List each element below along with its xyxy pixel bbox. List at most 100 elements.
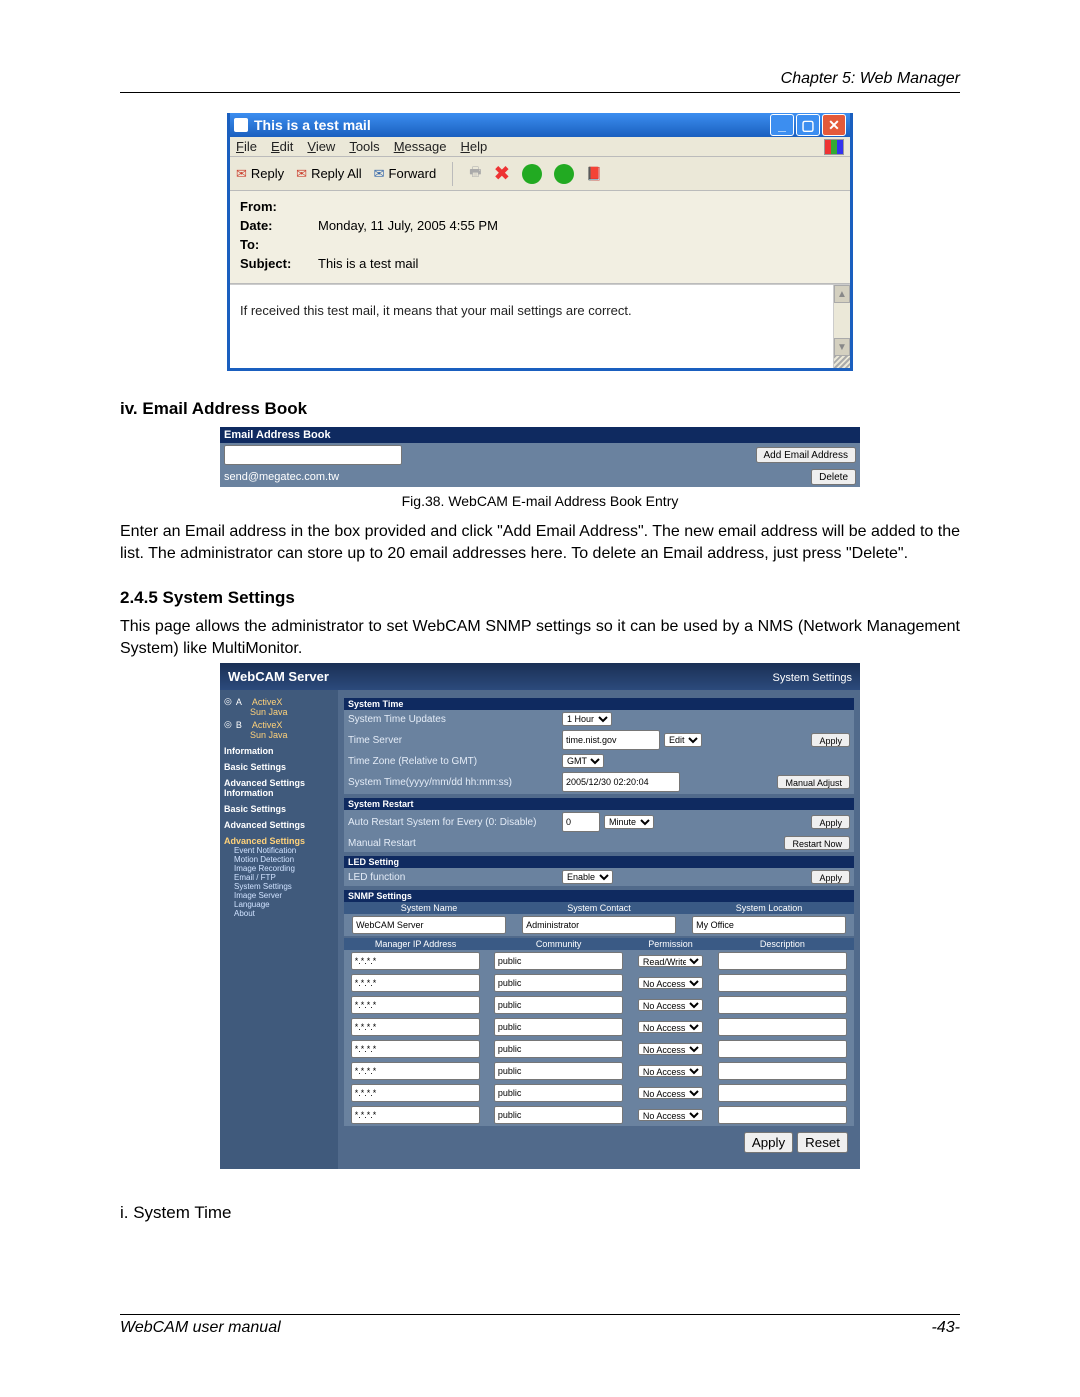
sunjava-link-b[interactable]: Sun Java	[250, 730, 334, 740]
sidebar-item-basic2[interactable]: Basic Settings	[224, 804, 334, 814]
inp-ip[interactable]	[351, 1106, 481, 1124]
sidebar-sub-item[interactable]: Email / FTP	[234, 873, 334, 882]
inp-description[interactable]	[718, 974, 848, 992]
inp-description[interactable]	[718, 1062, 848, 1080]
add-email-button[interactable]: Add Email Address	[756, 447, 857, 463]
menu-tools[interactable]: Tools	[349, 139, 379, 154]
date-value: Monday, 11 July, 2005 4:55 PM	[318, 218, 498, 233]
inp-community[interactable]	[494, 1018, 624, 1036]
sidebar-sub-item[interactable]: Image Server	[234, 891, 334, 900]
inp-community[interactable]	[494, 996, 624, 1014]
eab-input[interactable]	[224, 445, 402, 465]
reply-button[interactable]: ✉Reply	[236, 166, 284, 182]
addressbook-icon[interactable]: 📕	[586, 166, 602, 182]
resize-handle[interactable]	[834, 356, 850, 368]
sidebar-sub-item[interactable]: About	[234, 909, 334, 918]
inp-ip[interactable]	[351, 1040, 481, 1058]
btn-snmp-apply[interactable]: Apply	[744, 1132, 793, 1153]
btn-systime-apply[interactable]: Apply	[811, 733, 850, 747]
sidebar-sub-item[interactable]: System Settings	[234, 882, 334, 891]
scroll-up-icon[interactable]: ▲	[834, 285, 850, 303]
replyall-button[interactable]: ✉Reply All	[296, 166, 361, 182]
prev-icon[interactable]	[522, 164, 542, 184]
cam-b-label: B	[236, 720, 242, 730]
sel-time-updates[interactable]: 1 Hour	[562, 712, 612, 726]
menu-edit[interactable]: Edit	[271, 139, 293, 154]
sel-permission[interactable]: No Access	[638, 1065, 703, 1077]
inp-sysname[interactable]	[352, 916, 506, 934]
inp-ip[interactable]	[351, 952, 481, 970]
date-label: Date:	[240, 218, 300, 233]
activex-link-b[interactable]: ActiveX	[252, 720, 283, 730]
inp-community[interactable]	[494, 1040, 624, 1058]
sel-led[interactable]: Enable	[562, 870, 613, 884]
webcam-server-panel: WebCAM Server System Settings ◎ A Active…	[220, 663, 860, 1169]
sidebar-sub-item[interactable]: Motion Detection	[234, 855, 334, 864]
sidebar-item-basic[interactable]: Basic Settings	[224, 762, 334, 772]
inp-community[interactable]	[494, 974, 624, 992]
btn-restart-apply[interactable]: Apply	[811, 815, 850, 829]
sidebar-item-advinfo[interactable]: Advanced Settings Information	[224, 778, 334, 798]
inp-community[interactable]	[494, 952, 624, 970]
inp-description[interactable]	[718, 1106, 848, 1124]
sel-permission[interactable]: No Access	[638, 977, 703, 989]
sidebar-sub-item[interactable]: Event Notification	[234, 846, 334, 855]
sel-time-server-edit[interactable]: Edit	[664, 733, 702, 747]
inp-community[interactable]	[494, 1062, 624, 1080]
btn-led-apply[interactable]: Apply	[811, 870, 850, 884]
sel-permission[interactable]: No Access	[638, 1087, 703, 1099]
delete-email-button[interactable]: Delete	[811, 469, 856, 485]
menu-file[interactable]: File	[236, 139, 257, 154]
activex-link-a[interactable]: ActiveX	[252, 697, 283, 707]
sidebar-sub-item[interactable]: Image Recording	[234, 864, 334, 873]
btn-snmp-reset[interactable]: Reset	[797, 1132, 848, 1153]
sidebar-item-info[interactable]: Information	[224, 746, 334, 756]
forward-button[interactable]: ✉Forward	[374, 166, 437, 182]
sel-timezone[interactable]: GMT	[562, 754, 604, 768]
sidebar-sub-item[interactable]: Language	[234, 900, 334, 909]
inp-autorestart[interactable]	[562, 812, 600, 832]
inp-description[interactable]	[718, 1084, 848, 1102]
inp-description[interactable]	[718, 1040, 848, 1058]
delete-icon[interactable]: ✖	[494, 161, 511, 186]
sel-permission[interactable]: No Access	[638, 1021, 703, 1033]
inp-ip[interactable]	[351, 996, 481, 1014]
btn-restart-now[interactable]: Restart Now	[784, 836, 850, 850]
inp-community[interactable]	[494, 1084, 624, 1102]
sel-permission[interactable]: No Access	[638, 1043, 703, 1055]
sidebar-item-adv2[interactable]: Advanced Settings	[224, 836, 334, 846]
th-sysname: System Name	[344, 902, 514, 914]
minimize-button[interactable]: _	[770, 114, 794, 136]
inp-ip[interactable]	[351, 1062, 481, 1080]
inp-location[interactable]	[692, 916, 846, 934]
maximize-button[interactable]: ▢	[796, 114, 820, 136]
inp-systime[interactable]	[562, 772, 680, 792]
sel-permission[interactable]: No Access	[638, 999, 703, 1011]
menu-view[interactable]: View	[307, 139, 335, 154]
inp-time-server[interactable]	[562, 730, 660, 750]
menu-help[interactable]: Help	[460, 139, 487, 154]
message-body: If received this test mail, it means tha…	[230, 284, 850, 368]
print-icon[interactable]: 🖶	[469, 163, 481, 185]
inp-community[interactable]	[494, 1106, 624, 1124]
next-icon[interactable]	[554, 164, 574, 184]
camera-icon: ◎	[224, 696, 232, 707]
close-button[interactable]: ✕	[822, 114, 846, 136]
sel-autorestart-unit[interactable]: Minute	[604, 815, 654, 829]
scroll-down-icon[interactable]: ▼	[834, 338, 850, 356]
th-permission: Permission	[630, 938, 711, 950]
inp-description[interactable]	[718, 996, 848, 1014]
inp-ip[interactable]	[351, 974, 481, 992]
menu-message[interactable]: Message	[394, 139, 447, 154]
btn-manual-adjust[interactable]: Manual Adjust	[777, 775, 850, 789]
inp-description[interactable]	[718, 952, 848, 970]
inp-contact[interactable]	[522, 916, 676, 934]
inp-ip[interactable]	[351, 1018, 481, 1036]
sunjava-link-a[interactable]: Sun Java	[250, 707, 334, 717]
sel-permission[interactable]: No Access	[638, 1109, 703, 1121]
sidebar: ◎ A ActiveX Sun Java ◎ B ActiveX Sun Jav…	[220, 690, 338, 1169]
sidebar-item-adv[interactable]: Advanced Settings	[224, 820, 334, 830]
inp-description[interactable]	[718, 1018, 848, 1036]
inp-ip[interactable]	[351, 1084, 481, 1102]
sel-permission[interactable]: Read/Write	[638, 955, 703, 967]
